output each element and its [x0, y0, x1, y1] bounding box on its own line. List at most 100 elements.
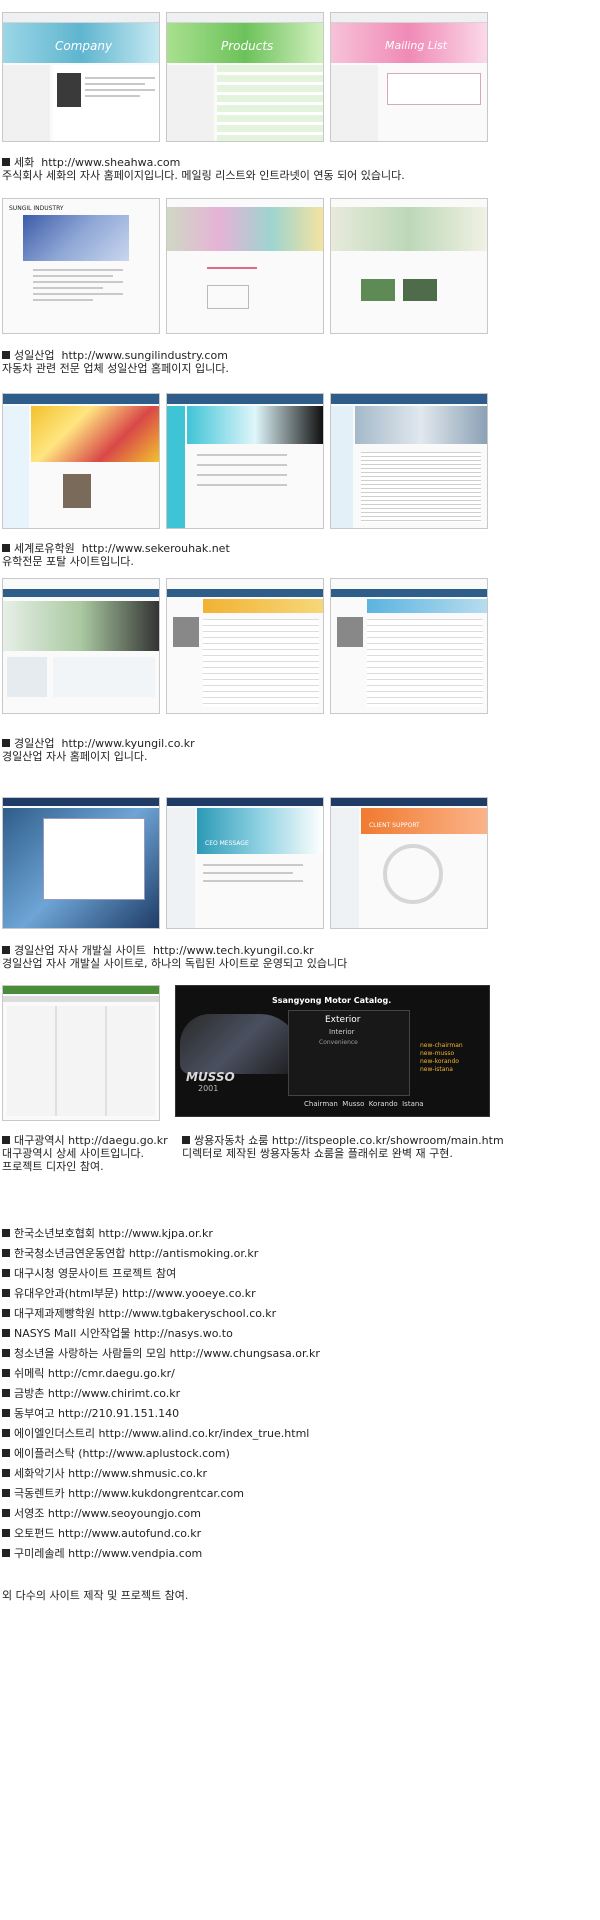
list [203, 619, 319, 707]
logo-area: SUNGIL INDUSTRY [9, 205, 64, 212]
project-item: 서영조 http://www.seoyoungjo.com [2, 1507, 201, 1520]
sidebar [331, 406, 353, 528]
content [52, 65, 159, 141]
section-5-title: 경일산업 자사 개발실 사이트 http://www.tech.kyungil.… [2, 944, 314, 957]
kyungil-banner [367, 599, 487, 613]
daegu-url[interactable]: http://daegu.go.kr [68, 1134, 168, 1147]
new-models-list: new-chairman new-musso new-korando new-i… [420, 1042, 463, 1074]
tech-kyungil-ceo-screenshot: CEO MESSAGE [166, 797, 324, 929]
product-illustration [207, 285, 249, 309]
sheahwa-products-screenshot: Products [166, 12, 324, 142]
project-item: NASYS Mall 시안작업물 http://nasys.wo.to [2, 1327, 233, 1340]
dev-window [43, 818, 145, 900]
sungil-banner [331, 207, 487, 251]
banner-title: Company [55, 39, 113, 53]
tech-ceo-banner: CEO MESSAGE [197, 808, 323, 854]
new-istana-link[interactable]: new-istana [420, 1066, 463, 1074]
tech-kyungil-intro-screenshot [2, 797, 160, 929]
project-item: 극동렌트카 http://www.kukdongrentcar.com [2, 1487, 244, 1500]
side-photo [173, 617, 199, 647]
section-2-desc: 자동차 관련 전문 업체 성일산업 홈페이지 입니다. [2, 362, 229, 375]
footer-note: 외 다수의 사이트 제작 및 프로젝트 참여. [2, 1589, 189, 1602]
banner-title: Products [221, 39, 274, 53]
brand-title: Ssangyong Motor Catalog. [272, 996, 392, 1005]
menu-exterior[interactable]: Exterior [325, 1015, 361, 1025]
tech-kyungil-support-screenshot: CLIENT SUPPORT [330, 797, 488, 929]
company-banner: Company [3, 23, 159, 63]
sekerouhak-board-screenshot [166, 393, 324, 529]
menu-convenience[interactable]: Convenience [319, 1039, 358, 1046]
section-1-title: 세화 http://www.sheahwa.com [2, 156, 180, 169]
project-item: 쉬메릭 http://cmr.daegu.go.kr/ [2, 1367, 175, 1380]
products-banner: Products [167, 23, 323, 63]
sidebar [331, 65, 378, 141]
project-item: 오토펀드 http://www.autofund.co.kr [2, 1527, 201, 1540]
project-item: 대구시청 영문사이트 프로젝트 참여 [2, 1267, 176, 1280]
menu-interior[interactable]: Interior [329, 1028, 355, 1036]
product-table [216, 65, 323, 141]
daegu-desc-1: 대구광역시 상세 사이트입니다. [2, 1147, 145, 1160]
ssangyong-desc: 디렉터로 제작된 쌍용자동차 쇼룸을 플래쉬로 완벽 재 구현. [182, 1147, 453, 1160]
tech-support-banner: CLIENT SUPPORT [361, 808, 487, 834]
section-5-desc: 경일산업 자사 개발실 사이트로, 하나의 독립된 사이트로 운영되고 있습니다 [2, 957, 348, 970]
browser-topbar [3, 13, 159, 23]
sekerouhak-text-screenshot [330, 393, 488, 529]
sheahwa-mailing-screenshot: Mailing List [330, 12, 488, 142]
truck-image-2 [403, 279, 437, 301]
project-item: 한국청소년금연운동연합 http://antismoking.or.kr [2, 1247, 258, 1260]
section-3-url[interactable]: http://www.sekerouhak.net [82, 542, 230, 555]
kyungil-board-screenshot [166, 578, 324, 714]
project-item: 한국소년보호협회 http://www.kjpa.or.kr [2, 1227, 213, 1240]
section-3-desc: 유학전문 포탈 사이트입니다. [2, 555, 134, 568]
browser-topbar [331, 13, 487, 23]
truck-image-1 [361, 279, 395, 301]
project-item: 구미레솔레 http://www.vendpia.com [2, 1547, 202, 1560]
cycle-diagram [383, 844, 443, 904]
project-item: 에이엘인더스트리 http://www.alind.co.kr/index_tr… [2, 1427, 309, 1440]
sheahwa-company-screenshot: Company [2, 12, 160, 142]
new-chairman-link[interactable]: new-chairman [420, 1042, 463, 1050]
sekerouhak-banner [355, 406, 487, 444]
project-item: 금방촌 http://www.chirimt.co.kr [2, 1387, 180, 1400]
section-3-title: 세계로유학원 http://www.sekerouhak.net [2, 542, 230, 555]
model-year: 2001 [198, 1084, 219, 1093]
browser-topbar [167, 13, 323, 23]
sekerouhak-banner [187, 406, 323, 444]
section-4-url[interactable]: http://www.kyungil.co.kr [61, 737, 194, 750]
sidebar [331, 808, 359, 928]
sungil-banner [23, 215, 129, 261]
section-2-title: 성일산업 http://www.sungilindustry.com [2, 349, 228, 362]
login-box [387, 73, 481, 105]
ssangyong-url[interactable]: http://itspeople.co.kr/showroom/main.htm [272, 1134, 504, 1147]
banner-title: CLIENT SUPPORT [369, 822, 420, 829]
sungil-company-screenshot [166, 198, 324, 334]
section-2-url[interactable]: http://www.sungilindustry.com [61, 349, 227, 362]
mailing-banner: Mailing List [331, 23, 487, 63]
ssangyong-title: 쌍용자동차 쇼룸 http://itspeople.co.kr/showroom… [182, 1134, 504, 1147]
sidebar [3, 65, 50, 141]
list [367, 619, 483, 707]
project-item: 세화악기사 http://www.shmusic.co.kr [2, 1467, 207, 1480]
model-bar: Chairman Musso Korando Istana [304, 1100, 424, 1108]
sekerouhak-banner [31, 406, 159, 462]
sungil-home-screenshot: SUNGIL INDUSTRY [2, 198, 160, 334]
sungil-banner [167, 207, 323, 251]
sidebar [167, 406, 185, 528]
new-musso-link[interactable]: new-musso [420, 1050, 463, 1058]
section-4-desc: 경일산업 자사 홈페이지 입니다. [2, 750, 148, 763]
text-block [361, 452, 481, 522]
section-5-url[interactable]: http://www.tech.kyungil.co.kr [153, 944, 314, 957]
kyungil-list-screenshot [330, 578, 488, 714]
portal-grid [7, 1006, 155, 1116]
kyungil-banner [203, 599, 323, 613]
section-1-url[interactable]: http://www.sheahwa.com [41, 156, 180, 169]
kyungil-banner [3, 601, 159, 651]
sidebar [167, 808, 195, 928]
banner-title: CEO MESSAGE [205, 840, 249, 847]
sidebar [3, 406, 29, 528]
daegu-desc-2: 프로젝트 디자인 참여. [2, 1160, 104, 1173]
sekerouhak-home-screenshot [2, 393, 160, 529]
new-korando-link[interactable]: new-korando [420, 1058, 463, 1066]
project-item: 대구제과제빵학원 http://www.tgbakeryschool.co.kr [2, 1307, 276, 1320]
sidebar [7, 657, 47, 697]
